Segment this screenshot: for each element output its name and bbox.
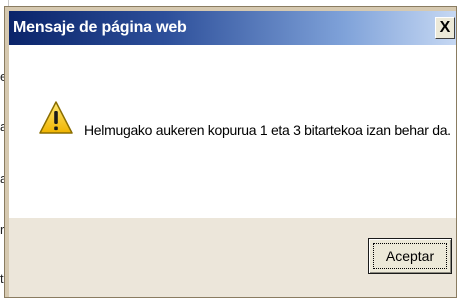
ok-button[interactable]: Aceptar [368, 238, 452, 274]
dialog-titlebar[interactable]: Mensaje de página web X [9, 11, 456, 45]
warning-triangle-icon [39, 101, 73, 134]
dialog-message: Helmugako aukeren kopurua 1 eta 3 bitart… [84, 122, 451, 138]
dialog-title: Mensaje de página web [13, 19, 187, 36]
dialog-footer: Aceptar [9, 218, 456, 297]
ok-button-label: Aceptar [385, 248, 435, 264]
close-icon: X [439, 19, 451, 36]
screen: e a a r t Mensaje de página web X [0, 0, 457, 298]
dialog-body: Helmugako aukeren kopurua 1 eta 3 bitart… [9, 45, 456, 218]
alert-dialog: Mensaje de página web X Helmugako aukere… [4, 6, 457, 298]
close-button[interactable]: X [435, 17, 455, 39]
